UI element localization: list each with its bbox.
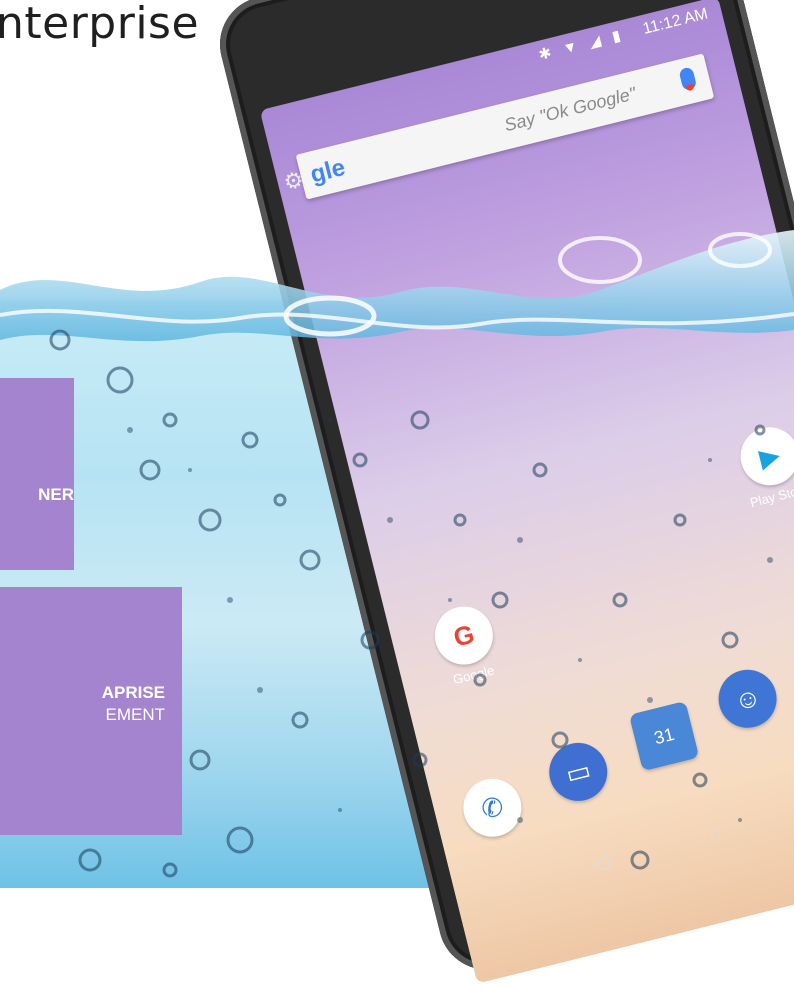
feature-card-enterprise: APRISE EMENT <box>0 587 182 835</box>
back-icon: ◁ <box>589 848 612 877</box>
feature-card-partner: NER <box>0 378 74 570</box>
card-subtitle: EMENT <box>105 705 166 724</box>
microphone-icon <box>678 66 698 92</box>
search-hint: Say "Ok Google" <box>502 83 638 136</box>
water-surface <box>0 230 794 342</box>
app-google: G Google <box>427 600 506 690</box>
google-icon: G <box>428 600 500 671</box>
google-logo: gle <box>307 153 348 189</box>
app-messages: ▭ <box>541 736 616 811</box>
app-label: Google <box>451 662 496 688</box>
phone-icon: ✆ <box>457 772 528 843</box>
calendar-icon: 31 <box>628 700 700 772</box>
home-icon: ○ <box>705 820 725 848</box>
messages-icon: ▭ <box>543 736 614 808</box>
app-phone: ✆ <box>455 772 530 847</box>
app-play-store: ▶ Play Store <box>732 421 794 511</box>
contacts-icon: ☺ <box>712 663 783 734</box>
status-icons: ✱ ▼ ◢ ▮ <box>537 26 627 64</box>
page-heading: nterprise <box>0 0 200 49</box>
play-store-icon: ▶ <box>734 421 794 492</box>
app-contacts: ☺ <box>710 663 785 738</box>
card-title: NER <box>38 485 74 504</box>
status-time: 11:12 AM <box>641 5 710 38</box>
card-title: APRISE <box>101 683 165 702</box>
app-calendar: 31 <box>627 700 702 775</box>
